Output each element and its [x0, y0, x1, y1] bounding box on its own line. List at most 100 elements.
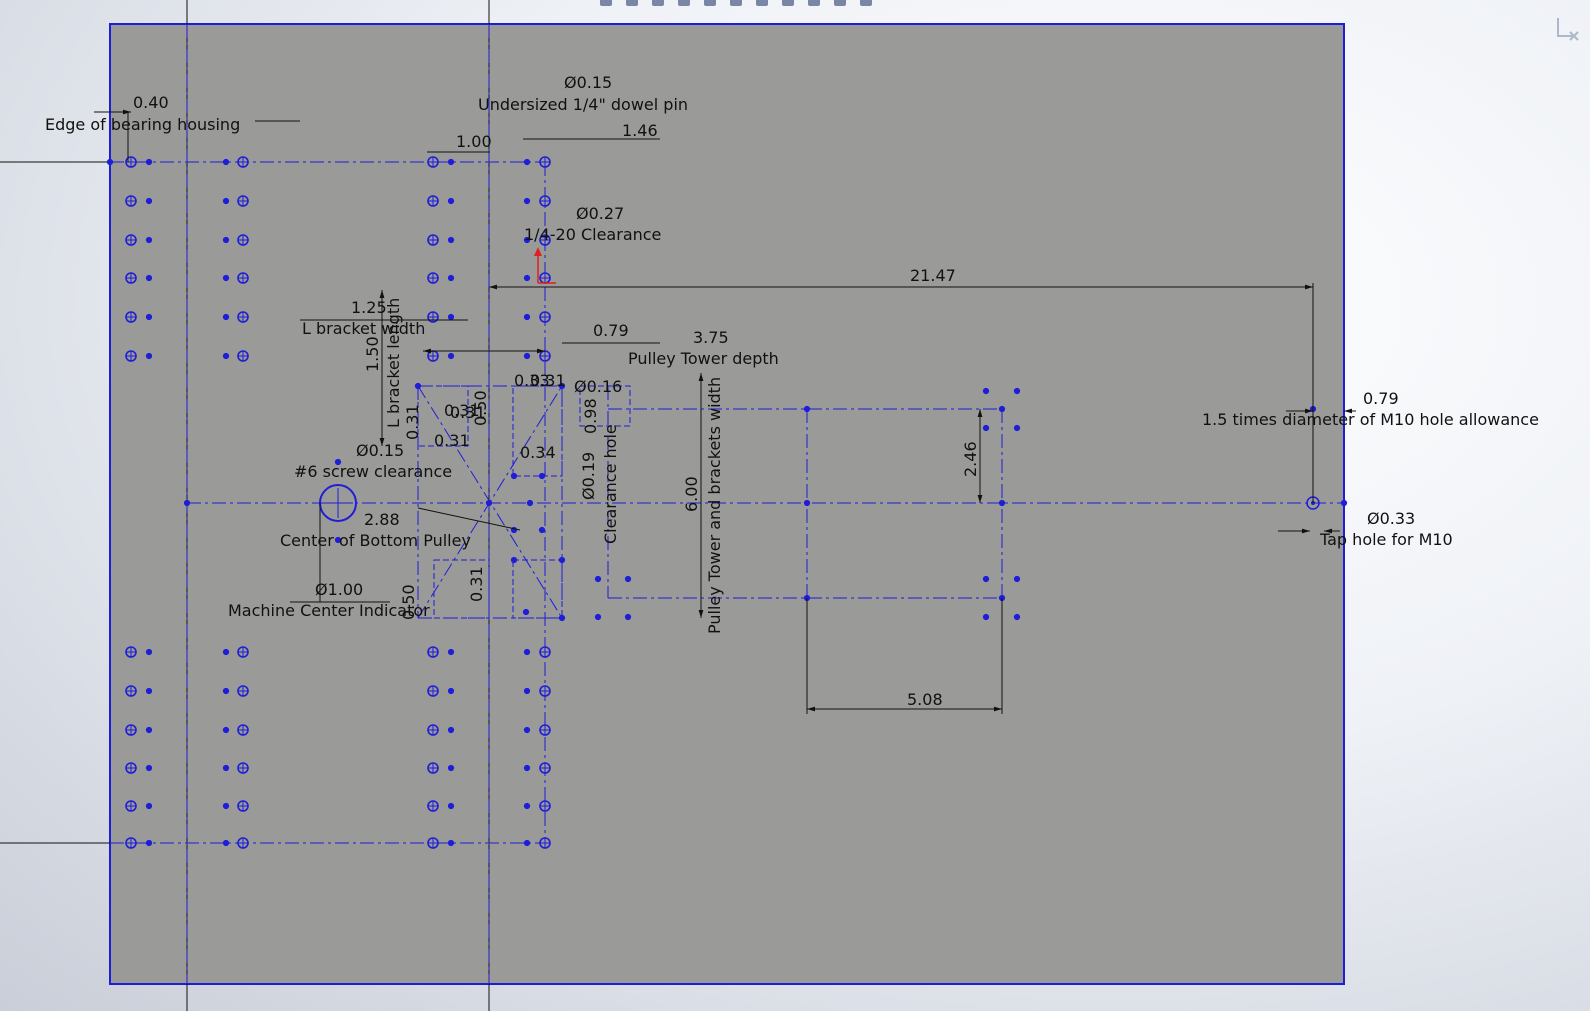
m10-allowance-value: 0.79: [1363, 389, 1399, 408]
dim-0-19: Ø0.19: [579, 452, 598, 500]
pulley-center-label: Center of Bottom Pulley: [280, 531, 471, 550]
pin-hole: [447, 726, 455, 734]
pin-hole: [803, 405, 811, 413]
pin-hole: [523, 764, 531, 772]
pin-hole: [523, 274, 531, 282]
pin-hole: [447, 352, 455, 360]
pin-hole: [523, 802, 531, 810]
dim-0-31-b: 0.31: [403, 404, 422, 440]
pin-hole: [145, 764, 153, 772]
pin-hole: [145, 274, 153, 282]
pin-hole: [145, 158, 153, 166]
pin-hole: [526, 499, 534, 507]
pin-hole: [222, 648, 230, 656]
pin-hole: [998, 405, 1006, 413]
pin-hole: [523, 352, 531, 360]
pin-hole: [982, 613, 990, 621]
dim-0-31-e: 0.31: [450, 403, 486, 422]
pin-hole: [485, 499, 493, 507]
pin-hole: [982, 575, 990, 583]
pin-hole: [1013, 613, 1021, 621]
pin-hole: [447, 197, 455, 205]
pulley-center-value: 2.88: [364, 510, 400, 529]
pin-hole: [447, 839, 455, 847]
clearance-diameter: Ø0.27: [576, 204, 624, 223]
dim-0-31-top: 0.31: [530, 371, 566, 390]
pin-hole: [982, 387, 990, 395]
pin-hole: [222, 764, 230, 772]
pin-hole: [523, 687, 531, 695]
pin-hole: [558, 614, 566, 622]
pin-hole: [998, 499, 1006, 507]
pin-hole: [222, 197, 230, 205]
pin-hole: [222, 274, 230, 282]
dim-2-46: 2.46: [961, 441, 980, 477]
pin-hole: [803, 499, 811, 507]
bracket-width-value: 1.25: [351, 298, 387, 317]
pin-hole: [222, 236, 230, 244]
dim-5-08: 5.08: [907, 690, 943, 709]
dowel-label: Undersized 1/4" dowel pin: [478, 95, 688, 114]
pin-hole: [145, 313, 153, 321]
pin-hole: [145, 726, 153, 734]
pin-hole: [145, 687, 153, 695]
pin-hole: [538, 472, 546, 480]
pin-hole: [982, 424, 990, 432]
pin-hole: [447, 236, 455, 244]
pin-hole: [447, 687, 455, 695]
pin-hole: [447, 764, 455, 772]
m10-allowance-label: 1.5 times diameter of M10 hole allowance: [1202, 410, 1539, 429]
bracket-length-value: 1.50: [363, 336, 382, 372]
pin-hole: [145, 352, 153, 360]
dim-0-31-d: 0.31: [467, 566, 486, 602]
pin-hole: [558, 556, 566, 564]
dim-0-34: 0.34: [520, 443, 556, 462]
clearance-hole-label: Clearance hole: [601, 424, 620, 544]
pin-hole: [1340, 499, 1348, 507]
pin-hole: [447, 648, 455, 656]
pin-hole: [145, 236, 153, 244]
machine-center-label: Machine Center Indicator: [228, 601, 430, 620]
pin-hole: [222, 158, 230, 166]
pin-hole: [523, 197, 531, 205]
dim-21-47: 21.47: [910, 266, 956, 285]
tower-depth-label: Pulley Tower depth: [628, 349, 779, 368]
pin-hole: [510, 556, 518, 564]
pin-hole: [510, 472, 518, 480]
bracket-length-label: L bracket length: [384, 298, 403, 428]
pin-hole: [447, 313, 455, 321]
dowel-diameter: Ø0.15: [564, 73, 612, 92]
pin-hole: [222, 687, 230, 695]
pin-hole: [1013, 424, 1021, 432]
pin-hole: [447, 274, 455, 282]
sketch-canvas[interactable]: 0.40 Edge of bearing housing Ø0.15 Under…: [0, 0, 1590, 1011]
pin-hole: [1013, 575, 1021, 583]
pin-hole: [522, 608, 530, 616]
pin-hole: [594, 575, 602, 583]
pin-hole: [222, 726, 230, 734]
machine-center-diameter: Ø1.00: [315, 580, 363, 599]
pin-hole: [538, 526, 546, 534]
pin-hole: [523, 648, 531, 656]
pin-hole: [145, 197, 153, 205]
pin-hole: [222, 352, 230, 360]
dim-1-46: 1.46: [622, 121, 658, 140]
dim-0-98: 0.98: [581, 398, 600, 434]
pin-hole: [523, 726, 531, 734]
pin-hole: [594, 613, 602, 621]
bracket-width-label: L bracket width: [302, 319, 425, 338]
dim-6-00: 6.00: [682, 476, 701, 512]
pin-hole: [145, 839, 153, 847]
pin-hole: [447, 802, 455, 810]
pin-hole: [106, 158, 114, 166]
edge-bearing-label: Edge of bearing housing: [45, 115, 240, 134]
pin-hole: [447, 158, 455, 166]
dim-0-31-c: 0.31: [434, 431, 470, 450]
pin-hole: [624, 575, 632, 583]
edge-bearing-value: 0.40: [133, 93, 169, 112]
pin-hole: [523, 839, 531, 847]
dim-0-79: 0.79: [593, 321, 629, 340]
sheet-plate: [109, 23, 1345, 985]
pin-hole: [523, 313, 531, 321]
pin-hole: [145, 802, 153, 810]
